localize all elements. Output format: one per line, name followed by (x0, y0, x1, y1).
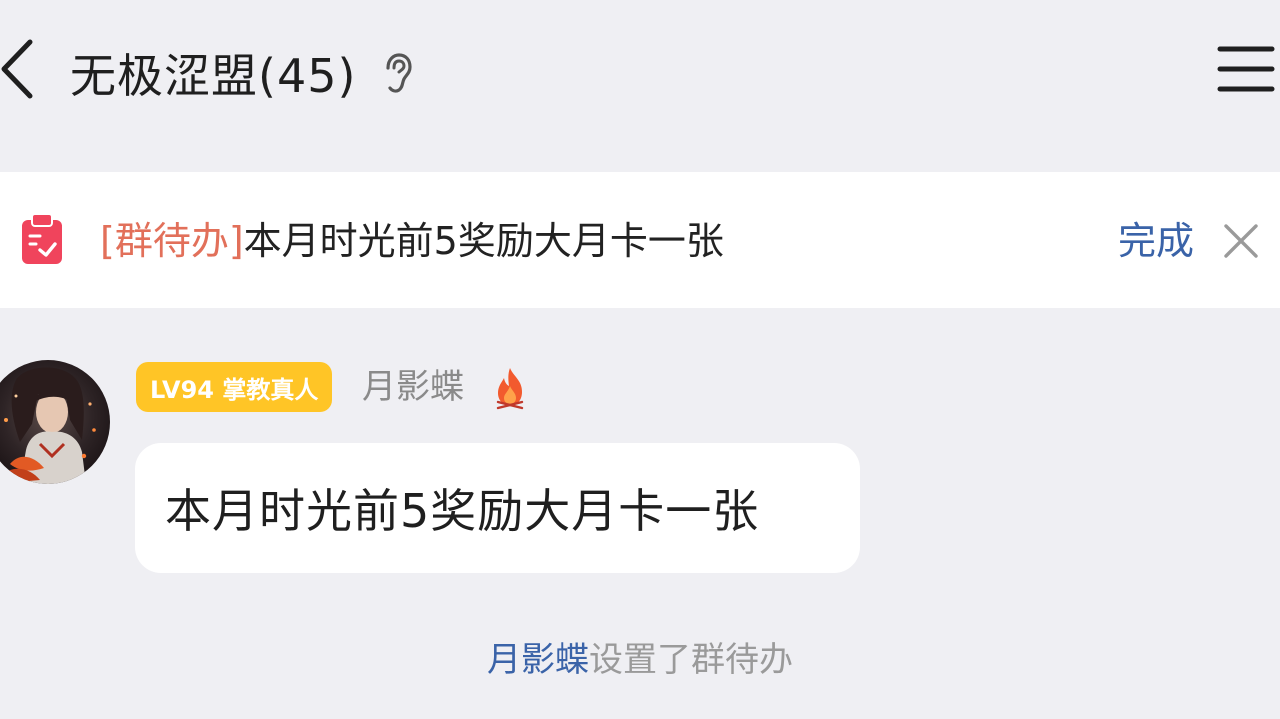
message-text: 本月时光前5奖励大月卡一张 (165, 484, 760, 538)
todo-tag: [群待办] (100, 219, 244, 263)
system-notice: 月影蝶设置了群待办 (0, 636, 1280, 684)
menu-button[interactable] (1216, 44, 1276, 94)
sender-avatar[interactable] (0, 360, 110, 484)
ear-icon (386, 53, 413, 93)
sender-name[interactable]: 月影蝶 (362, 362, 464, 412)
message-bubble[interactable]: 本月时光前5奖励大月卡一张 (135, 443, 860, 573)
chevron-left-icon (1, 39, 33, 99)
todo-close-button[interactable] (1220, 220, 1262, 262)
todo-content: [群待办]本月时光前5奖励大月卡一张 (100, 216, 724, 266)
close-icon (1224, 224, 1258, 258)
system-notice-user[interactable]: 月影蝶 (487, 640, 589, 680)
fire-icon (496, 368, 524, 410)
avatar-image (0, 360, 110, 484)
chat-header: 无极涩盟(45) (0, 0, 1280, 150)
todo-done-button[interactable]: 完成 (1118, 216, 1194, 266)
level-badge: LV94 掌教真人 (136, 362, 333, 412)
todo-text: 本月时光前5奖励大月卡一张 (243, 219, 724, 263)
chat-title: 无极涩盟(45) (70, 49, 357, 103)
clipboard-check-icon (22, 213, 62, 264)
back-button[interactable] (0, 36, 40, 102)
group-todo-banner[interactable]: [群待办]本月时光前5奖励大月卡一张 完成 (0, 172, 1280, 308)
system-notice-action: 设置了群待办 (589, 640, 793, 680)
hamburger-menu-icon (1217, 46, 1275, 92)
chat-title-area[interactable]: 无极涩盟(45) (70, 38, 414, 108)
